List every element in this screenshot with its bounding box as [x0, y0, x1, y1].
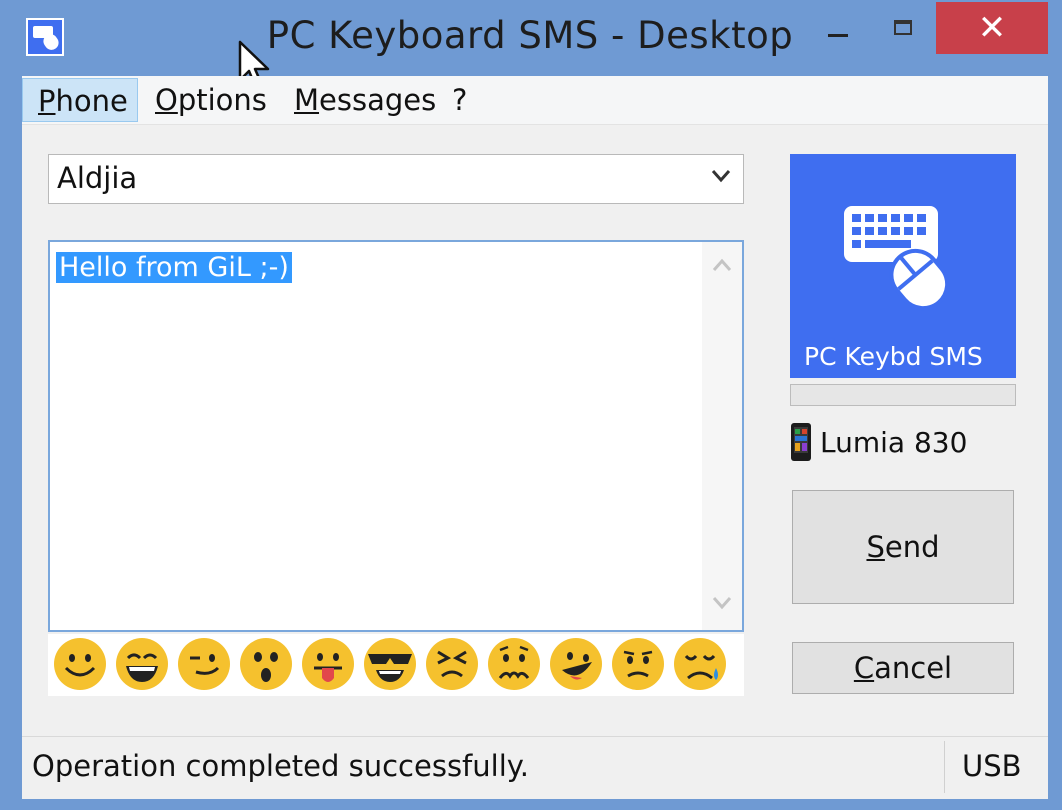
- chevron-up-icon[interactable]: [712, 258, 732, 272]
- cancel-button[interactable]: Cancel: [792, 642, 1014, 694]
- silly-emoji-icon[interactable]: [548, 636, 604, 692]
- chevron-down-icon[interactable]: [711, 169, 731, 183]
- menu-options[interactable]: Options: [155, 78, 267, 122]
- squint-emoji-icon[interactable]: [424, 636, 480, 692]
- app-logo-label: PC Keybd SMS: [804, 342, 983, 371]
- recipient-combobox[interactable]: Aldjia: [48, 154, 744, 204]
- message-text: Hello from GiL ;-): [56, 252, 292, 283]
- wink-smile-emoji-icon[interactable]: [176, 636, 232, 692]
- sunglasses-emoji-icon[interactable]: [362, 636, 418, 692]
- smile-emoji-icon[interactable]: [52, 636, 108, 692]
- grin-emoji-icon[interactable]: [114, 636, 170, 692]
- keyboard-mouse-icon: [844, 206, 950, 311]
- message-scrollbar[interactable]: [702, 242, 742, 630]
- send-button[interactable]: Send: [792, 490, 1014, 604]
- menu-phone[interactable]: Phone: [22, 78, 138, 122]
- frown-emoji-icon[interactable]: [610, 636, 666, 692]
- send-progress-bar: [790, 384, 1016, 406]
- phone-icon: [791, 423, 811, 461]
- worried-emoji-icon[interactable]: [486, 636, 542, 692]
- title-bar[interactable]: PC Keyboard SMS - Desktop ✕: [0, 0, 1062, 90]
- status-divider: [944, 741, 945, 793]
- emoji-bar: [48, 634, 744, 696]
- maximize-button[interactable]: [884, 14, 924, 44]
- message-textarea[interactable]: Hello from GiL ;-): [48, 240, 744, 632]
- recipient-value: Aldjia: [57, 161, 138, 195]
- device-name: Lumia 830: [820, 426, 968, 459]
- menu-help[interactable]: ?: [452, 78, 467, 122]
- app-window: PC Keyboard SMS - Desktop ✕ Phone Option…: [0, 0, 1062, 810]
- surprised-emoji-icon[interactable]: [238, 636, 294, 692]
- app-logo-tile: PC Keybd SMS: [790, 154, 1016, 378]
- tongue-out-emoji-icon[interactable]: [300, 636, 356, 692]
- chevron-down-icon[interactable]: [712, 596, 732, 610]
- connection-type: USB: [962, 749, 1022, 783]
- menu-messages[interactable]: Messages: [294, 78, 436, 122]
- status-message: Operation completed successfully.: [32, 749, 530, 783]
- close-button[interactable]: ✕: [936, 2, 1048, 54]
- status-bar: Operation completed successfully. USB: [22, 736, 1048, 799]
- crying-emoji-icon[interactable]: [672, 636, 728, 692]
- client-area: Phone Options Messages ? Aldjia Hello fr…: [22, 76, 1048, 799]
- minimize-button[interactable]: [818, 18, 858, 48]
- menu-bar: Phone Options Messages ?: [22, 76, 1048, 125]
